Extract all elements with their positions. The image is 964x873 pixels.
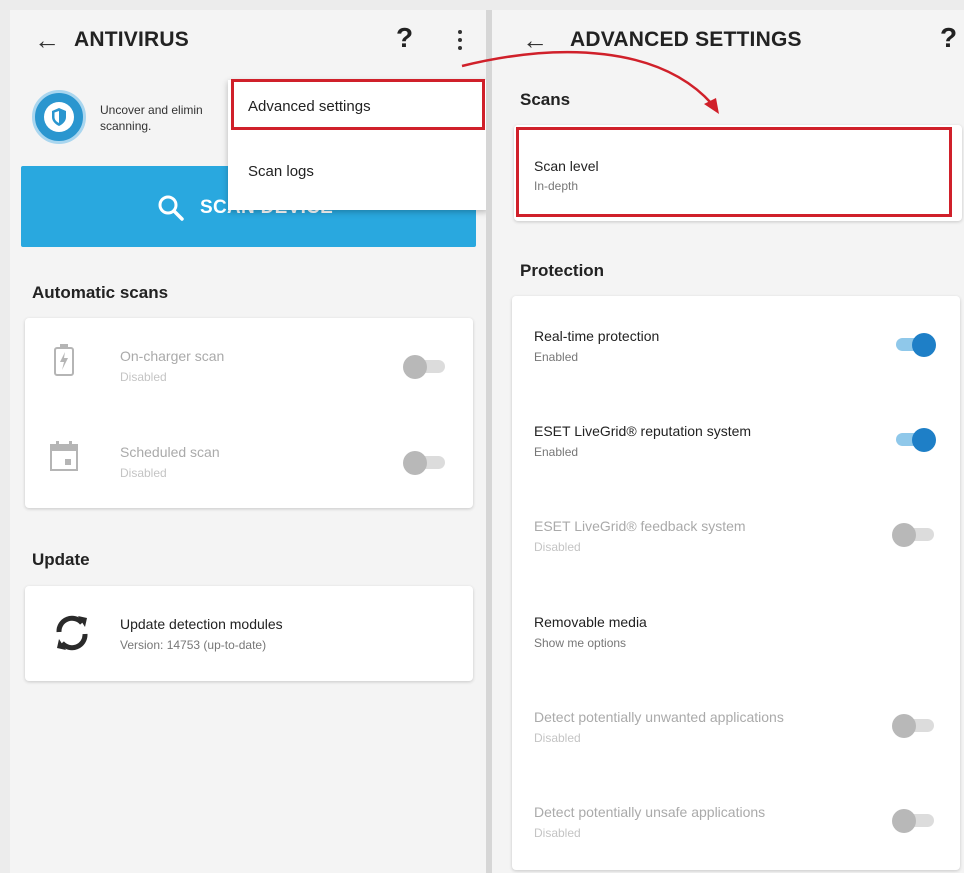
- advanced-settings-top-bar: ← ADVANCED SETTINGS ?: [492, 10, 964, 72]
- shield-icon: [32, 90, 86, 144]
- antivirus-screen: ← ANTIVIRUS ? Uncover and elimin scannin…: [10, 10, 486, 873]
- antivirus-description: Uncover and elimin scanning.: [100, 103, 203, 133]
- detect-unwanted-apps-title: Detect potentially unwanted applications: [534, 709, 784, 725]
- livegrid-feedback-title: ESET LiveGrid® feedback system: [534, 518, 746, 534]
- livegrid-reputation-title: ESET LiveGrid® reputation system: [534, 423, 752, 439]
- livegrid-reputation-toggle[interactable]: [892, 427, 936, 452]
- real-time-protection-status: Enabled: [534, 350, 579, 364]
- scheduled-scan-title: Scheduled scan: [120, 444, 220, 460]
- update-card[interactable]: Update detection modules Version: 14753 …: [25, 586, 473, 681]
- scheduled-scan-toggle[interactable]: [403, 450, 447, 475]
- detect-unsafe-apps-title: Detect potentially unsafe applications: [534, 804, 766, 820]
- highlight-advanced-settings: [231, 79, 485, 130]
- on-charger-scan-toggle[interactable]: [403, 354, 447, 379]
- protection-card: Real-time protection Enabled ESET LiveGr…: [512, 296, 960, 870]
- detect-unsafe-apps-toggle[interactable]: [892, 808, 936, 833]
- highlight-scan-level: [516, 127, 952, 217]
- antivirus-top-bar: ← ANTIVIRUS ?: [10, 10, 486, 72]
- detect-unwanted-apps-status: Disabled: [534, 731, 581, 745]
- detect-unwanted-apps-toggle[interactable]: [892, 713, 936, 738]
- calendar-icon: [50, 441, 78, 471]
- advanced-settings-screen: ← ADVANCED SETTINGS ? Scans Scan level I…: [492, 10, 964, 873]
- update-modules-version: Version: 14753 (up-to-date): [120, 638, 267, 652]
- detect-unsafe-apps-status: Disabled: [534, 826, 581, 840]
- help-icon[interactable]: ?: [396, 22, 413, 54]
- real-time-protection-title: Real-time protection: [534, 328, 660, 344]
- update-heading: Update: [32, 550, 90, 569]
- scans-heading: Scans: [520, 90, 571, 109]
- real-time-protection-toggle[interactable]: [892, 332, 936, 357]
- livegrid-feedback-status: Disabled: [534, 540, 581, 554]
- back-arrow-icon[interactable]: ←: [34, 24, 60, 56]
- livegrid-feedback-toggle[interactable]: [892, 522, 936, 547]
- page-title: ADVANCED SETTINGS: [570, 28, 802, 51]
- back-arrow-icon[interactable]: ←: [522, 24, 548, 56]
- on-charger-scan-status: Disabled: [120, 370, 167, 384]
- removable-media-title[interactable]: Removable media: [534, 614, 647, 630]
- battery-charging-icon: [54, 344, 74, 376]
- protection-heading: Protection: [520, 261, 605, 280]
- update-modules-title: Update detection modules: [120, 616, 283, 632]
- livegrid-reputation-status: Enabled: [534, 445, 579, 459]
- screenshot-frame-top: [0, 0, 964, 10]
- refresh-icon: [56, 615, 88, 651]
- help-icon[interactable]: ?: [940, 22, 957, 54]
- more-options-icon[interactable]: [457, 30, 463, 52]
- screenshot-frame-left: [0, 0, 10, 873]
- automatic-scans-card: On-charger scan Disabled Scheduled scan …: [25, 318, 473, 508]
- removable-media-status: Show me options: [534, 636, 627, 650]
- on-charger-scan-title: On-charger scan: [120, 348, 225, 364]
- automatic-scans-heading: Automatic scans: [32, 283, 169, 302]
- search-icon: [158, 195, 184, 221]
- menu-item-scan-logs[interactable]: Scan logs: [248, 163, 314, 180]
- page-title: ANTIVIRUS: [74, 28, 189, 51]
- scheduled-scan-status: Disabled: [120, 466, 167, 480]
